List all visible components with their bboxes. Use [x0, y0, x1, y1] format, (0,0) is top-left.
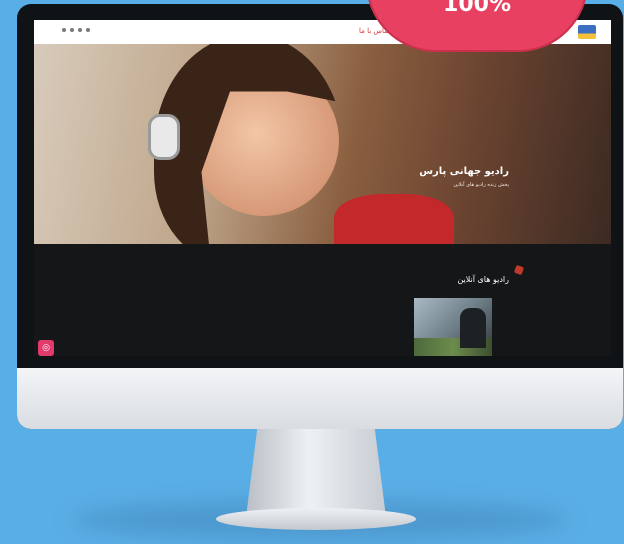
section-heading: رادیو های آنلاین: [457, 275, 509, 284]
hero-banner: رادیو جهانی پارس پخش زنده رادیو های آنلا…: [34, 44, 611, 244]
monitor-chin: [17, 368, 623, 429]
chat-button[interactable]: ◎: [38, 340, 54, 356]
chat-icon: ◎: [42, 343, 50, 353]
monitor-base: [216, 508, 416, 530]
hero-subtitle: پخش زنده رادیو های آنلاین: [453, 182, 509, 188]
headphones-image: [148, 114, 180, 160]
radio-card[interactable]: [414, 298, 492, 356]
hero-photo-shirt: [334, 194, 454, 244]
card-image-figure: [460, 308, 486, 348]
monitor-stand: [246, 429, 386, 517]
social-icon[interactable]: [62, 28, 66, 32]
social-icon[interactable]: [70, 28, 74, 32]
social-icon[interactable]: [78, 28, 82, 32]
social-icon[interactable]: [86, 28, 90, 32]
guitar-icon: [513, 264, 525, 276]
social-links: [62, 28, 90, 32]
website-screen: تماس با ما رادیو جهانی پارس پخش زنده راد…: [34, 20, 611, 356]
hero-title: رادیو جهانی پارس: [419, 166, 509, 177]
promo-text: 100%: [443, 0, 511, 17]
site-logo[interactable]: [578, 25, 596, 39]
